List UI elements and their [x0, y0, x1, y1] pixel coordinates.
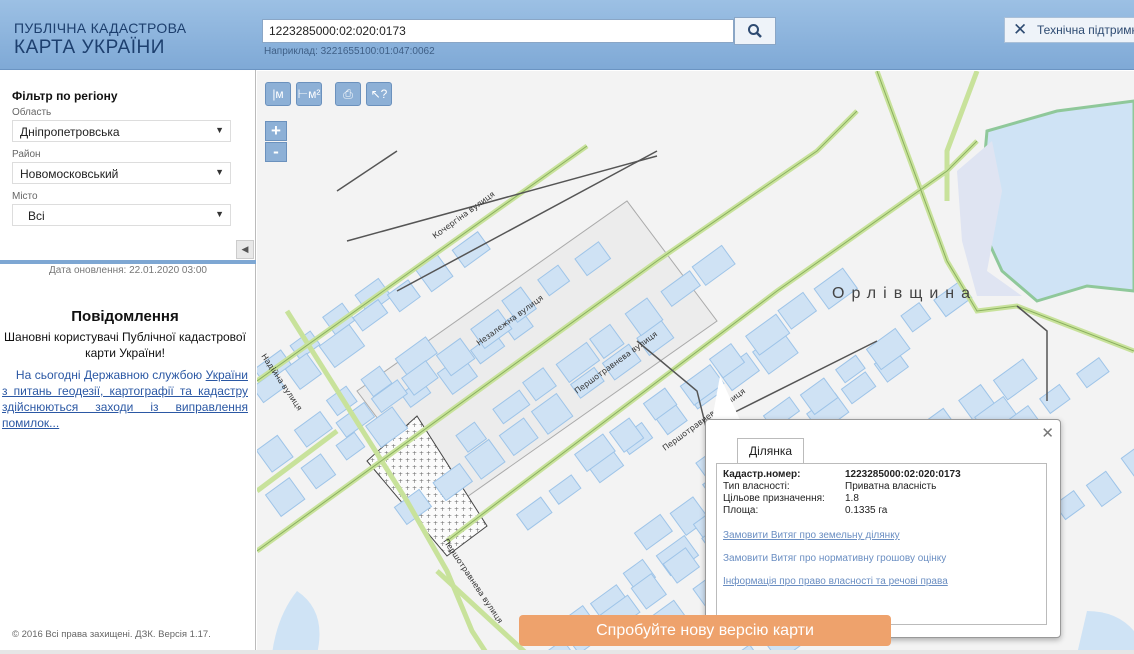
logo-line1[interactable]: ПУБЛІЧНА КАДАСТРОВА [14, 20, 186, 36]
ownership-info-link[interactable]: Інформація про право власності та речові… [723, 576, 948, 587]
parcel[interactable] [264, 477, 306, 518]
search-hint: Наприклад: 3221655100:01:047:0062 [264, 46, 435, 57]
parcel[interactable] [300, 453, 337, 490]
parcel[interactable] [515, 496, 553, 531]
print-icon[interactable]: ⎙ [335, 82, 361, 106]
parcel[interactable] [1038, 383, 1071, 415]
area-value: 0.1335 га [845, 505, 888, 516]
map-toolbar: |м ⊢м² ⎙ ↖? [265, 82, 392, 106]
dropdown-arrow-icon: ▼ [215, 125, 224, 135]
misto-value: Всі [28, 209, 45, 223]
parcel-popup: ✕ Ділянка Кадастр.номер: 1223285000:02:0… [705, 419, 1061, 638]
parcel[interactable] [335, 431, 366, 461]
rayon-label: Район [12, 149, 41, 160]
message-body: На сьогодні Державною службою України з … [2, 367, 248, 431]
divider [0, 260, 256, 264]
river [272, 591, 320, 654]
misto-label: Місто [12, 191, 38, 202]
search-button[interactable] [734, 17, 776, 45]
rayon-value: Новомосковський [20, 167, 119, 181]
order-valuation-link[interactable]: Замовити Витяг про нормативну грошову оц… [723, 553, 946, 564]
pond [1077, 611, 1134, 654]
dropdown-arrow-icon: ▼ [215, 167, 224, 177]
message-lead: На сьогодні Державною службою [15, 368, 203, 382]
order-extract-link[interactable]: Замовити Витяг про земельну ділянку [723, 530, 900, 541]
message-title: Повідомлення [71, 308, 179, 325]
cadastral-number-label: Кадастр.номер: [723, 469, 801, 480]
support-button[interactable]: ✕ Технічна підтримка [1004, 17, 1134, 43]
copyright: © 2016 Всі права захищені. ДЗК. Версія 1… [12, 629, 211, 640]
collapse-sidebar-button[interactable]: ◀ [236, 240, 254, 259]
bottom-bar [0, 650, 1134, 654]
zoom-in-button[interactable]: + [265, 121, 287, 141]
parcel[interactable] [777, 291, 818, 330]
zoom-out-button[interactable]: - [265, 142, 287, 162]
parcel[interactable] [992, 358, 1038, 401]
new-version-banner[interactable]: Спробуйте нову версію карти [519, 615, 891, 646]
info-cursor-icon[interactable]: ↖? [366, 82, 392, 106]
purpose-label: Цільове призначення: [723, 493, 825, 504]
filter-title: Фільтр по регіону [12, 89, 118, 103]
header: ПУБЛІЧНА КАДАСТРОВА КАРТА УКРАЇНИ Наприк… [0, 0, 1134, 70]
purpose-value: 1.8 [845, 493, 859, 504]
tab-parcel[interactable]: Ділянка [737, 438, 804, 464]
parcel[interactable] [548, 474, 582, 505]
support-label: Технічна підтримка [1037, 23, 1134, 37]
parcel[interactable] [900, 302, 932, 333]
parcel[interactable] [1075, 356, 1110, 389]
misto-select[interactable]: Всі ▼ [12, 204, 231, 226]
measure-area-icon[interactable]: ⊢м² [296, 82, 322, 106]
measure-distance-icon[interactable]: |м [265, 82, 291, 106]
search-input[interactable] [262, 19, 734, 43]
tools-icon: ✕ [1013, 20, 1028, 39]
ownership-label: Тип власності: [723, 481, 790, 492]
area-label: Площа: [723, 505, 759, 516]
oblast-select[interactable]: Дніпропетровська ▼ [12, 120, 231, 142]
chevron-left-icon: ◀ [241, 244, 249, 254]
logo-line2[interactable]: КАРТА УКРАЇНИ [14, 37, 165, 59]
popup-pointer [712, 376, 740, 420]
message-text: Шановні користувачі Публічної кадастрово… [4, 330, 246, 360]
ownership-value: Приватна власність [845, 481, 937, 492]
popup-body: Кадастр.номер: 1223285000:02:020:0173 Ти… [716, 463, 1047, 625]
rayon-select[interactable]: Новомосковський ▼ [12, 162, 231, 184]
dropdown-arrow-icon: ▼ [215, 209, 224, 219]
parcel[interactable] [633, 513, 674, 551]
close-icon[interactable]: ✕ [1041, 424, 1054, 442]
sidebar: Фільтр по регіону Область Дніпропетровсь… [0, 70, 256, 654]
parcel[interactable] [414, 253, 454, 293]
lake [977, 99, 1134, 303]
parcel[interactable] [1120, 440, 1134, 478]
parcel[interactable] [691, 244, 736, 286]
cadastral-number-value: 1223285000:02:020:0173 [845, 469, 961, 480]
search-icon [748, 24, 762, 38]
update-date: Дата оновлення: 22.01.2020 03:00 [49, 265, 207, 276]
place-label: Орлівщина [832, 285, 978, 302]
parcel[interactable] [1085, 470, 1122, 508]
oblast-value: Дніпропетровська [20, 125, 120, 139]
oblast-label: Область [12, 107, 52, 118]
